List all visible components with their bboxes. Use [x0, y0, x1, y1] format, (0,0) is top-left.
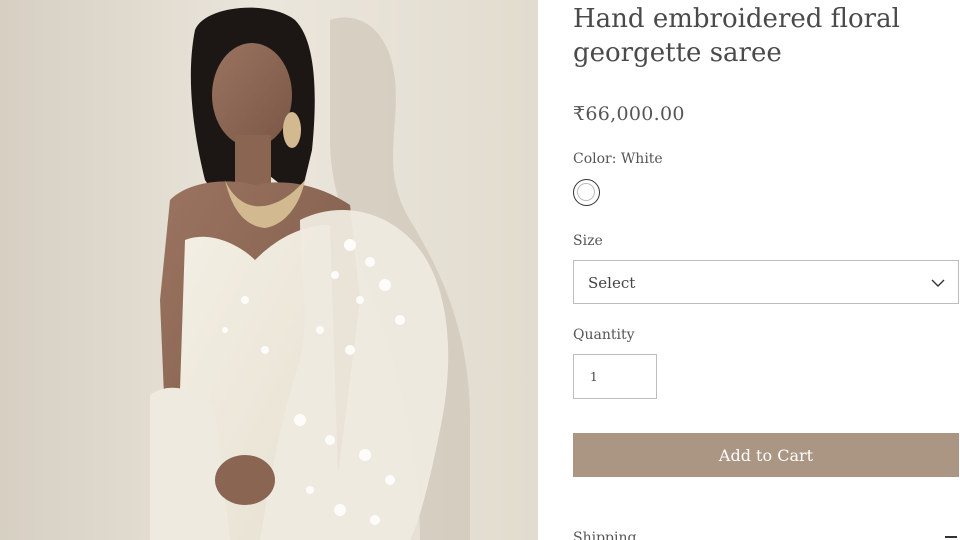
quantity-input[interactable]: 1 [573, 354, 657, 399]
color-swatch-white[interactable] [573, 179, 600, 206]
model-photo-illustration [0, 0, 538, 540]
quantity-label: Quantity [573, 327, 635, 343]
quantity-value: 1 [590, 370, 598, 384]
minus-icon[interactable] [945, 536, 957, 538]
add-to-cart-button[interactable]: Add to Cart [573, 433, 959, 477]
size-select-value: Select [588, 274, 636, 292]
color-swatch-fill [577, 183, 595, 201]
color-label: Color: White [573, 151, 663, 167]
size-label: Size [573, 233, 603, 249]
product-title: Hand embroidered floral georgette saree [573, 4, 900, 68]
size-select[interactable]: Select [573, 260, 959, 304]
chevron-down-icon [931, 279, 945, 287]
product-image[interactable] [0, 0, 538, 540]
product-info-panel: Hand embroidered floral georgette saree … [573, 0, 960, 540]
shipping-section-header[interactable]: Shipping [573, 530, 636, 540]
product-price: ₹66,000.00 [573, 103, 685, 125]
